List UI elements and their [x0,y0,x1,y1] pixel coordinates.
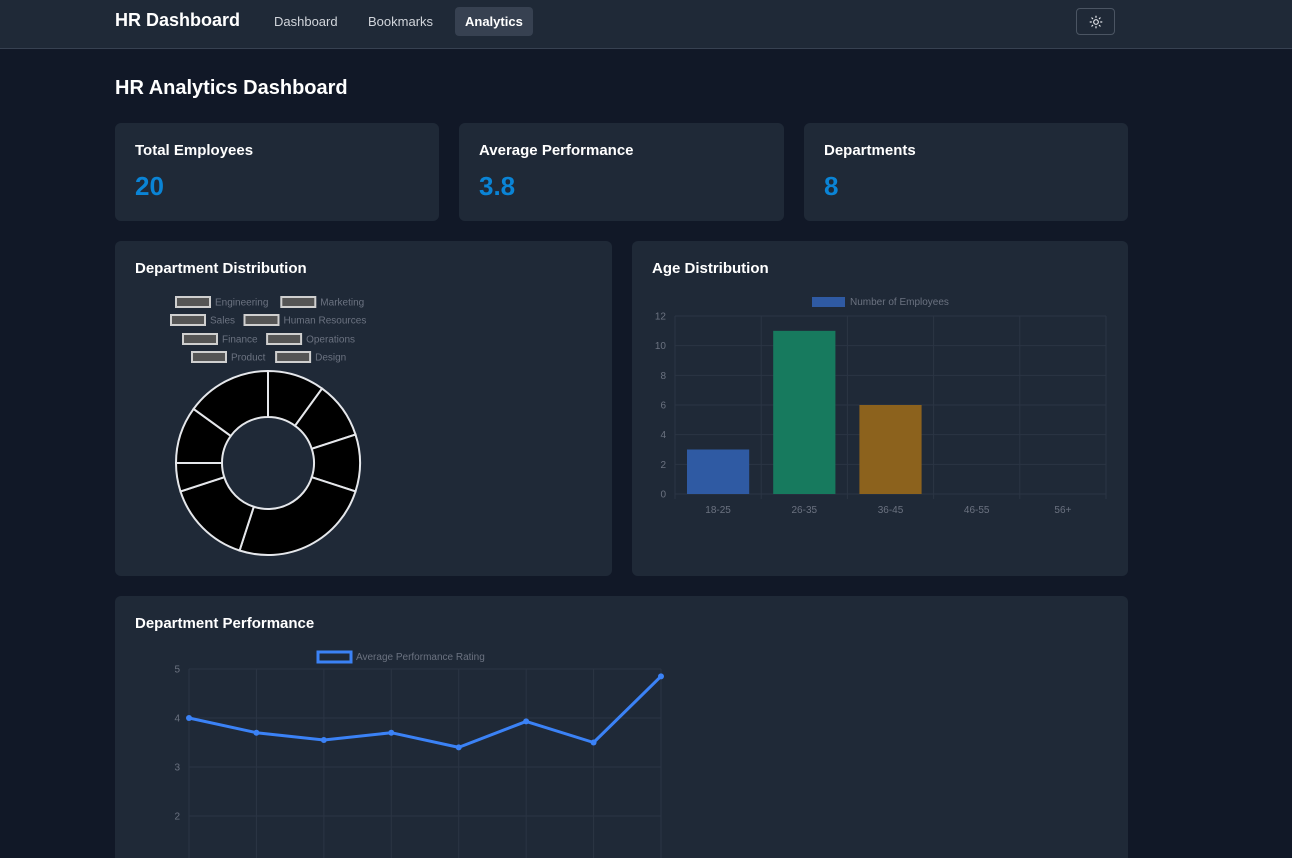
stat-card-departments: Departments 8 [804,123,1128,221]
legend-swatch [182,333,218,345]
x-tick-label: 46-55 [964,505,990,516]
age-distribution-chart: Number of Employees 0 2 4 6 8 10 12 18-25 26-35 36… [655,297,1107,516]
y-tick-label: 4 [660,430,666,441]
y-tick-label: 3 [174,763,180,774]
y-tick-label: 4 [174,714,180,725]
legend-swatch [243,314,280,326]
stat-value: 8 [824,171,839,201]
nav-link-analytics[interactable]: Analytics [455,7,533,36]
stat-card-total-employees: Total Employees 20 [115,123,439,221]
data-point [455,744,462,751]
y-tick-label: 2 [660,460,666,471]
data-point [186,715,192,721]
bar [859,405,922,494]
legend-label: Finance [222,335,258,346]
y-tick-label: 0 [660,490,666,501]
y-tick-label: 12 [655,312,667,323]
legend-label: Engineering [215,298,268,309]
legend-label: Product [231,353,266,364]
navbar: HR Dashboard Dashboard Bookmarks Analyti… [0,0,1292,49]
stat-label: Average Performance [479,142,634,159]
legend-swatch [280,296,317,308]
y-tick-label: 5 [174,665,180,676]
data-point [590,739,597,746]
data-point [523,718,530,725]
y-tick-label: 8 [660,371,666,382]
stat-value: 3.8 [479,171,516,201]
legend-label: Human Resources [284,316,367,327]
department-performance-chart: Average Performance Rating 2 3 4 5 [174,650,664,858]
data-point [658,673,664,680]
brand-title[interactable]: HR Dashboard [115,10,240,31]
donut-slice [238,475,357,556]
data-point [320,737,327,744]
data-point [388,729,395,736]
legend-swatch [175,296,211,308]
stat-value: 20 [135,171,164,201]
nav-link-bookmarks[interactable]: Bookmarks [358,7,443,36]
legend-swatch [275,351,312,363]
legend-swatch [266,333,303,345]
theme-toggle-button[interactable] [1076,8,1115,35]
bar [687,449,750,494]
data-point [253,729,260,736]
x-tick-label: 56+ [1054,505,1071,516]
stat-card-average-performance: Average Performance 3.8 [459,123,784,221]
age-distribution-card: Age Distribution Number of Employees 0 2 4 6… [632,241,1128,576]
page-title: HR Analytics Dashboard [115,77,348,99]
stat-label: Total Employees [135,142,254,159]
legend-label: Sales [210,316,235,327]
legend-label: Marketing [320,298,364,309]
x-tick-label: 18-25 [705,505,731,516]
legend-label: Number of Employees [850,297,949,308]
department-performance-card: Department Performance Average Performan… [115,596,1128,858]
legend-swatch [316,650,353,664]
x-tick-label: 36-45 [878,505,904,516]
stat-label: Departments [824,142,916,159]
legend-swatch [170,314,206,326]
legend-swatch [812,297,845,307]
series-line [188,675,663,749]
department-distribution-card: Department Distribution Engineering Marke… [115,241,612,576]
sun-icon [1089,15,1102,28]
department-distribution-chart: Engineering Marketing Sales Human Resources… [170,296,367,556]
y-tick-label: 6 [660,401,666,412]
legend-label: Average Performance Rating [356,652,485,663]
y-tick-label: 10 [655,341,667,352]
nav-link-dashboard[interactable]: Dashboard [264,7,348,36]
legend-label: Design [315,353,346,364]
legend-swatch [191,351,227,363]
bar [773,330,836,494]
legend-label: Operations [306,335,355,346]
y-tick-label: 2 [174,812,180,823]
x-tick-label: 26-35 [792,505,818,516]
